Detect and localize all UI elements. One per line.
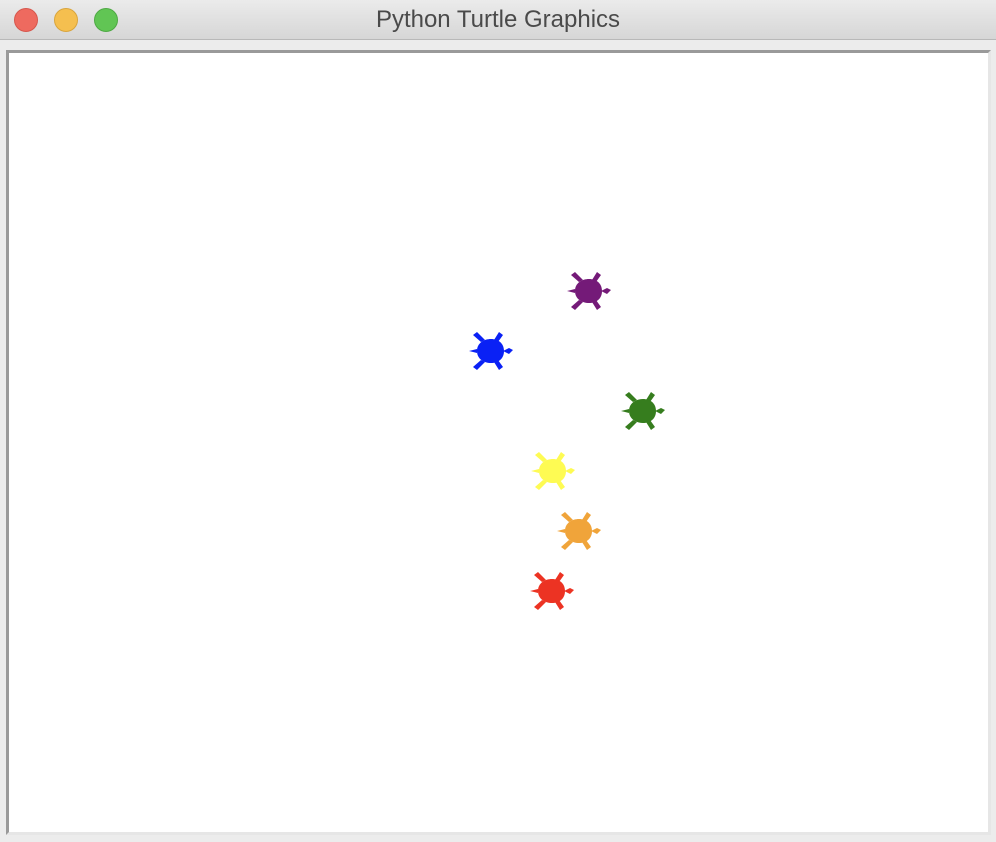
turtle-red-icon <box>530 572 574 610</box>
turtle-yellow-icon <box>531 452 575 490</box>
turtle-green-body <box>629 399 665 423</box>
turtle-yellow-body <box>539 459 575 483</box>
turtle-purple-body <box>575 279 611 303</box>
turtle-canvas-frame <box>6 50 991 835</box>
turtle-orange-body <box>565 519 601 543</box>
turtle-blue-icon <box>469 332 513 370</box>
title-bar[interactable]: Python Turtle Graphics <box>0 0 996 40</box>
app-window: Python Turtle Graphics <box>0 0 996 842</box>
window-title: Python Turtle Graphics <box>375 6 621 33</box>
turtle-orange-icon <box>557 512 601 550</box>
turtle-green-icon <box>621 392 665 430</box>
turtle-canvas[interactable] <box>9 53 988 832</box>
turtle-blue-body <box>477 339 513 363</box>
turtle-red-body <box>538 579 574 603</box>
turtle-purple-icon <box>567 272 611 310</box>
